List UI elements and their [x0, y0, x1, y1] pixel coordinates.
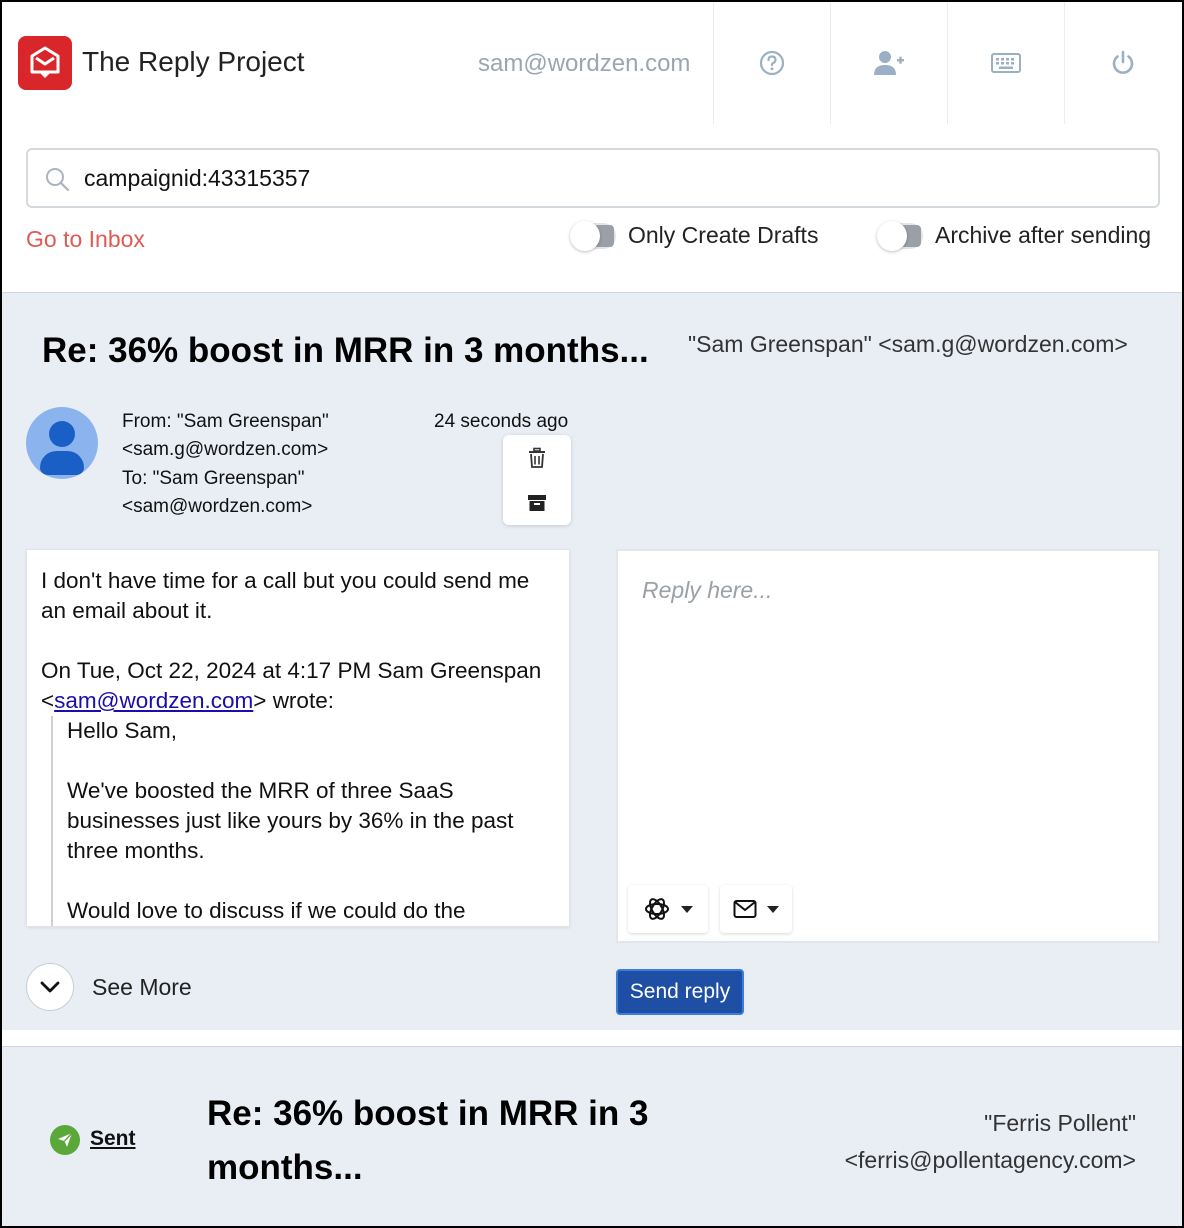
- search-box[interactable]: [26, 148, 1160, 208]
- thread2-from-name: "Ferris Pollent": [984, 1110, 1136, 1136]
- thread-subject: Re: 36% boost in MRR in 3 months...: [42, 331, 649, 370]
- from-line: From: "Sam Greenspan": [122, 411, 329, 432]
- help-icon: [759, 50, 785, 76]
- search-input[interactable]: [84, 160, 1144, 196]
- caret-down-icon: [681, 905, 693, 913]
- app-logo-icon: [18, 36, 72, 90]
- add-user-button[interactable]: [830, 2, 947, 124]
- message-actions: [503, 435, 571, 525]
- trash-icon: [529, 447, 545, 468]
- to-email: <sam@wordzen.com>: [122, 496, 313, 517]
- reply-box: [616, 549, 1160, 943]
- quote-cta: Would love to discuss if we could do the: [67, 898, 466, 923]
- reply-textarea[interactable]: [618, 551, 1158, 871]
- quoted-email-link[interactable]: sam@wordzen.com: [54, 688, 253, 713]
- from-email: <sam.g@wordzen.com>: [122, 439, 329, 460]
- go-to-inbox-link[interactable]: Go to Inbox: [26, 226, 145, 253]
- message-timestamp: 24 seconds ago: [434, 411, 569, 432]
- user-email: sam@wordzen.com: [478, 50, 691, 77]
- archive-after-sending-toggle[interactable]: [877, 220, 923, 251]
- template-button[interactable]: [720, 885, 792, 933]
- sent-status[interactable]: Sent: [90, 1127, 136, 1151]
- envelope-icon: [733, 900, 757, 918]
- delete-button[interactable]: [503, 435, 571, 480]
- archive-button[interactable]: [503, 480, 571, 525]
- app-title: The Reply Project: [82, 46, 305, 77]
- header: The Reply Project sam@wordzen.com: [2, 2, 1182, 124]
- quote-greeting: Hello Sam,: [67, 718, 178, 743]
- quote-header: On Tue, Oct 22, 2024 at 4:17 PM Sam Gree…: [41, 658, 542, 713]
- openai-icon: [645, 898, 669, 920]
- thread-to-address: "Sam Greenspan" <sam.g@wordzen.com>: [688, 331, 1128, 357]
- help-button[interactable]: [713, 2, 830, 124]
- message-text: I don't have time for a call but you cou…: [41, 568, 530, 623]
- archive-icon: [528, 494, 546, 511]
- thread2-subject: Re: 36% boost in MRR in 3 months...: [207, 1094, 649, 1187]
- search-area: Go to Inbox Only Create Drafts Archive a…: [2, 124, 1182, 292]
- sent-icon: [50, 1125, 80, 1155]
- only-create-drafts-toggle[interactable]: [570, 220, 616, 251]
- chevron-down-icon: [40, 981, 60, 993]
- logout-button[interactable]: [1064, 2, 1181, 124]
- archive-after-sending-toggle-group: Archive after sending: [877, 220, 1152, 251]
- only-create-drafts-label: Only Create Drafts: [628, 222, 819, 248]
- quoted-message: Hello Sam, We've boosted the MRR of thre…: [51, 716, 555, 926]
- keyboard-icon: [991, 53, 1021, 73]
- ai-assist-button[interactable]: [628, 885, 708, 933]
- search-icon: [46, 168, 70, 192]
- archive-after-sending-label: Archive after sending: [935, 222, 1152, 248]
- only-create-drafts-toggle-group: Only Create Drafts: [570, 220, 819, 251]
- add-user-icon: [874, 51, 904, 75]
- sender-avatar-icon: [26, 407, 98, 479]
- to-line: To: "Sam Greenspan": [122, 468, 305, 489]
- message-body: I don't have time for a call but you cou…: [26, 549, 570, 927]
- email-thread: Re: 36% boost in MRR in 3 months... "Sam…: [2, 292, 1182, 1030]
- caret-down-icon: [767, 905, 779, 913]
- keyboard-shortcuts-button[interactable]: [947, 2, 1064, 124]
- see-more-label[interactable]: See More: [92, 974, 192, 1001]
- power-icon: [1112, 50, 1134, 74]
- send-reply-button[interactable]: Send reply: [616, 969, 744, 1015]
- email-thread-sent[interactable]: Sent Re: 36% boost in MRR in 3 months...…: [2, 1046, 1182, 1226]
- app-frame: The Reply Project sam@wordzen.com campai…: [0, 0, 1184, 1228]
- thread2-from-email: <ferris@pollentagency.com>: [844, 1147, 1136, 1173]
- quote-body: We've boosted the MRR of three SaaS busi…: [67, 778, 514, 863]
- thread2-from: "Ferris Pollent" <ferris@pollentagency.c…: [796, 1105, 1136, 1179]
- see-more-button[interactable]: [26, 963, 74, 1011]
